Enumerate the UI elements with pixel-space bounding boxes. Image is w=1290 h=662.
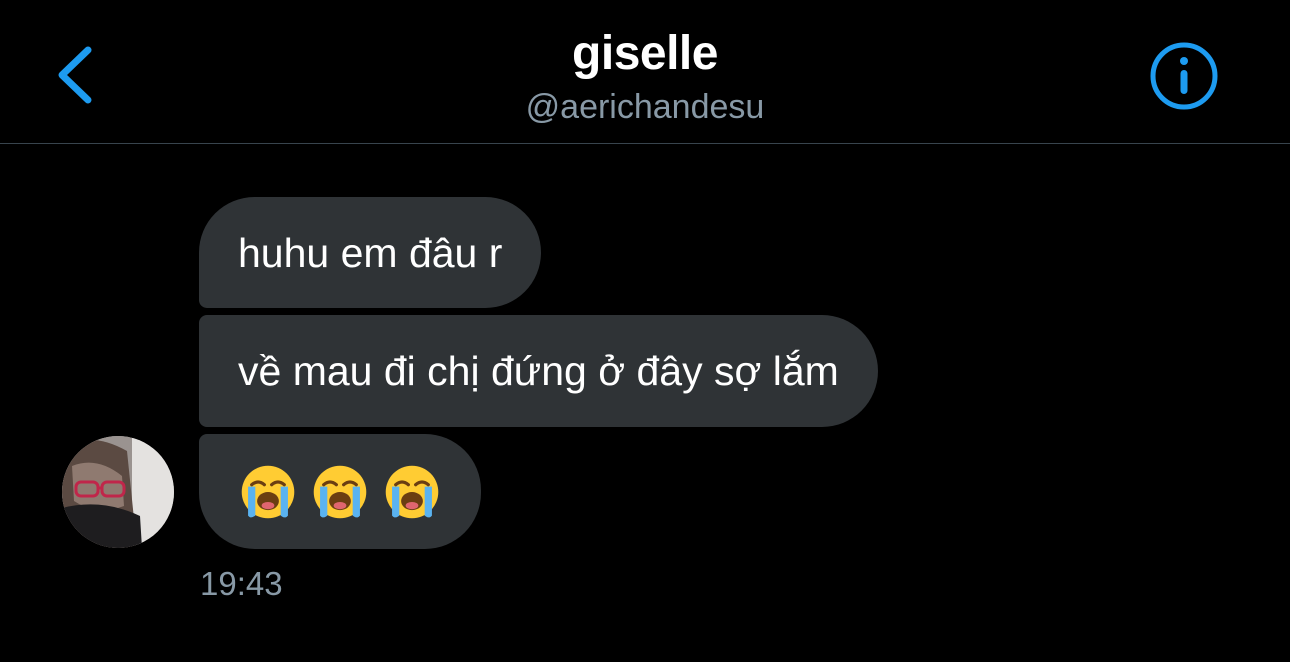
loudly-crying-face-icon <box>385 465 439 518</box>
message-text: về mau đi chị đứng ở đây sợ lắm <box>238 348 839 394</box>
contact-handle: @aerichandesu <box>525 88 765 126</box>
message-bubble[interactable]: huhu em đâu r <box>199 197 542 308</box>
avatar-photo <box>62 436 174 548</box>
contact-name: giselle <box>572 27 718 80</box>
message-timestamp: 19:43 <box>200 565 283 602</box>
message-bubble[interactable] <box>199 434 481 549</box>
message-text: huhu em đâu r <box>238 229 503 276</box>
info-circle-icon <box>1150 42 1218 110</box>
loudly-crying-face-icon <box>313 465 367 518</box>
info-button[interactable] <box>1148 40 1220 112</box>
message-bubble[interactable]: về mau đi chị đứng ở đây sợ lắm <box>199 315 878 427</box>
loudly-crying-face-icon <box>241 465 295 518</box>
sender-avatar[interactable] <box>62 436 174 548</box>
conversation-header: giselle @aerichandesu <box>0 0 1290 144</box>
